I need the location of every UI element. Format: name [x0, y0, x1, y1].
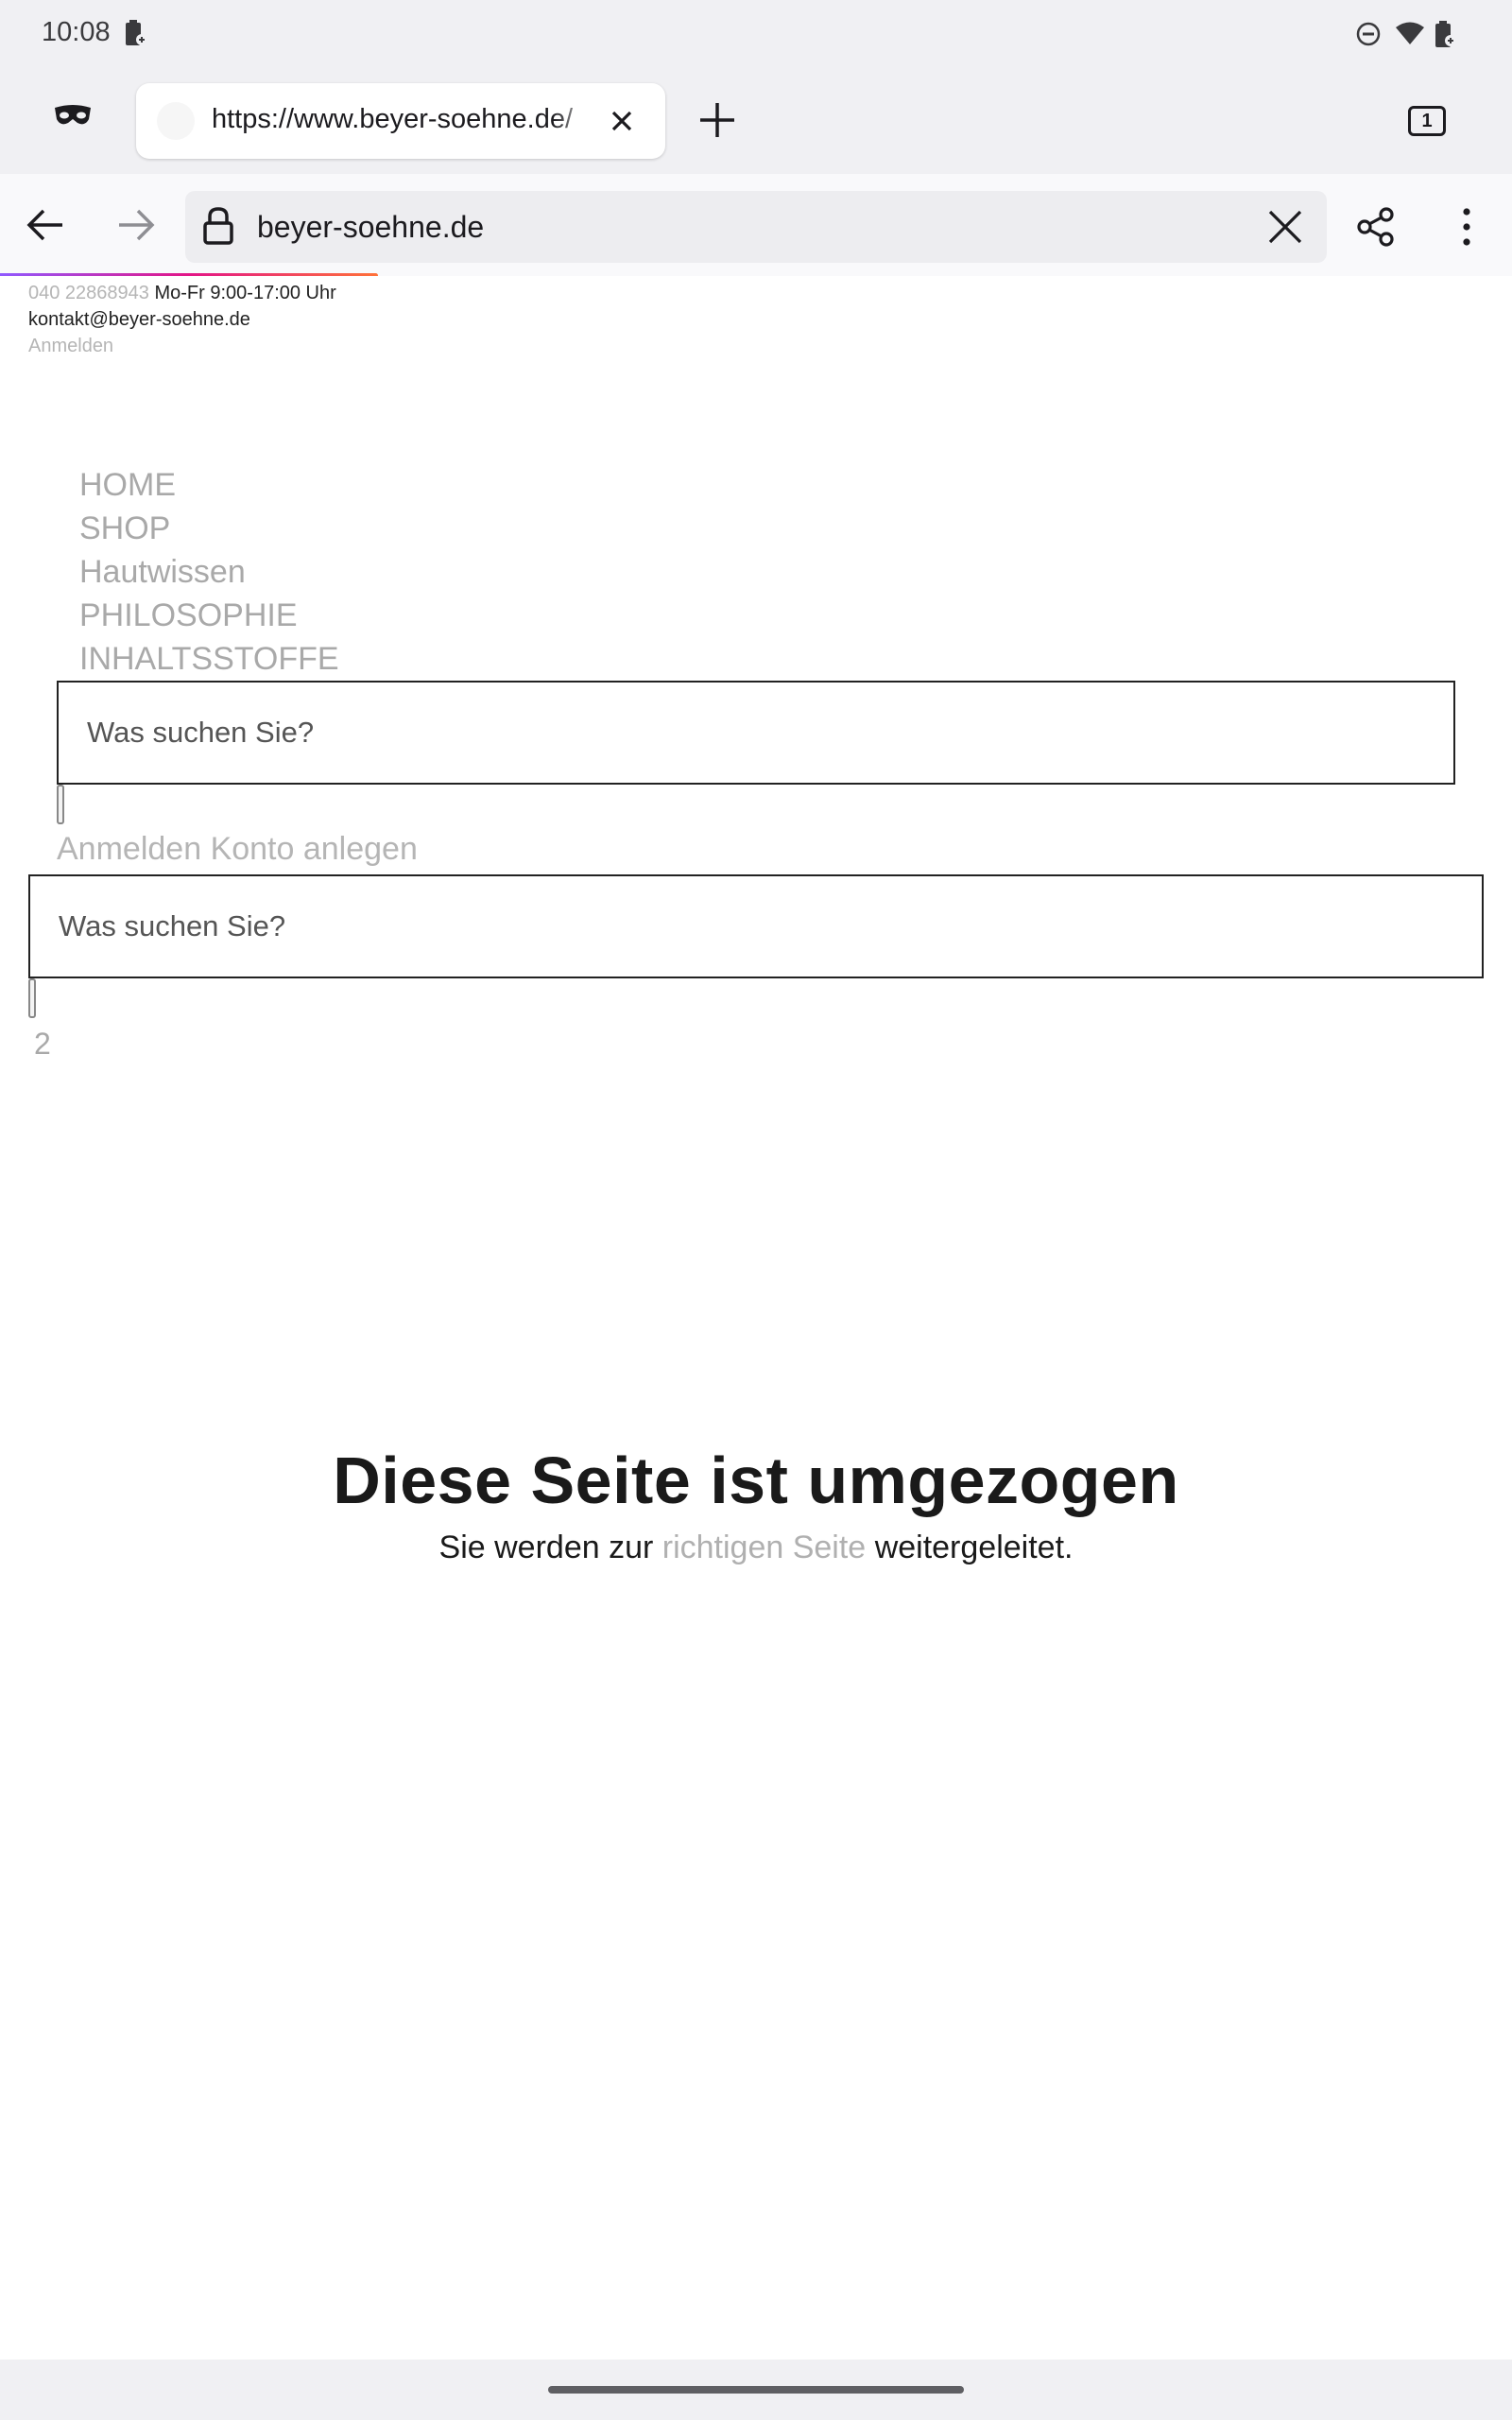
nav-item-inhaltsstoffe[interactable]: INHALTSSTOFFE	[79, 637, 339, 681]
nav-item-philosophie[interactable]: PHILOSOPHIE	[79, 594, 339, 637]
top-login-link[interactable]: Anmelden	[28, 336, 113, 356]
gesture-handle[interactable]	[548, 2386, 964, 2394]
search-input[interactable]	[59, 683, 1453, 783]
phone-link[interactable]: 040 22868943	[28, 283, 149, 303]
opening-hours: Mo-Fr 9:00-17:00 Uhr	[154, 283, 336, 303]
search-box-secondary	[28, 874, 1484, 978]
battery-icon	[1433, 19, 1457, 54]
search-submit-button[interactable]	[57, 785, 64, 824]
redirect-message: Sie werden zur richtigen Seite weitergel…	[0, 1530, 1512, 1566]
nav-item-shop[interactable]: SHOP	[79, 507, 339, 550]
url-text[interactable]: beyer-soehne.de	[257, 210, 484, 245]
private-mode-icon[interactable]	[53, 104, 93, 133]
register-link[interactable]: Konto anlegen	[211, 831, 418, 867]
do-not-disturb-icon	[1355, 21, 1382, 52]
redirect-text-prefix: Sie werden zur	[438, 1530, 654, 1565]
page-moved-title: Diese Seite ist umgezogen	[333, 1443, 1179, 1517]
wifi-icon	[1395, 21, 1425, 50]
nav-item-home[interactable]: HOME	[79, 463, 339, 507]
account-links: Anmelden Konto anlegen	[57, 831, 418, 868]
tab-counter-button[interactable]: 1	[1408, 106, 1446, 136]
redirect-link[interactable]: richtigen Seite	[662, 1530, 866, 1565]
tab-title: https://www.beyer-soehne.de/	[212, 104, 574, 134]
url-bar[interactable]: beyer-soehne.de	[185, 191, 1327, 263]
back-arrow-icon[interactable]	[25, 206, 66, 249]
gesture-nav-area	[0, 2360, 1512, 2420]
email-link[interactable]: kontakt@beyer-soehne.de	[28, 309, 250, 330]
browser-toolbar: beyer-soehne.de	[0, 174, 1512, 276]
search-box-primary	[57, 681, 1455, 785]
add-tab-icon[interactable]	[697, 100, 737, 145]
clear-url-icon[interactable]	[1266, 208, 1304, 251]
nav-item-hautwissen[interactable]: Hautwissen	[79, 550, 339, 594]
more-menu-icon[interactable]	[1450, 206, 1484, 252]
close-tab-icon[interactable]	[603, 102, 641, 145]
cart-count[interactable]: 2	[34, 1027, 51, 1062]
status-time: 10:08	[42, 17, 111, 47]
forward-arrow-icon[interactable]	[115, 206, 157, 249]
redirect-text-suffix: weitergeleitet.	[874, 1530, 1074, 1565]
status-bar: 10:08	[0, 0, 1512, 68]
search-input-mobile[interactable]	[30, 876, 1482, 977]
login-link[interactable]: Anmelden	[57, 831, 201, 867]
favicon	[157, 102, 195, 140]
tab-strip: https://www.beyer-soehne.de/ 1	[0, 68, 1512, 174]
share-icon[interactable]	[1355, 206, 1397, 252]
main-navigation: HOME SHOP Hautwissen PHILOSOPHIE INHALTS…	[79, 463, 339, 681]
active-tab[interactable]: https://www.beyer-soehne.de/	[136, 83, 665, 159]
battery-saver-icon	[123, 19, 147, 52]
search-submit-button-mobile[interactable]	[28, 978, 36, 1018]
lock-icon[interactable]	[202, 206, 234, 251]
web-content: 040 22868943 Mo-Fr 9:00-17:00 Uhr kontak…	[0, 276, 1512, 2360]
screen: 10:08 https://www.beyer-soehne.de/ 1 bey…	[0, 0, 1512, 2420]
top-info-bar: 040 22868943 Mo-Fr 9:00-17:00 Uhr kontak…	[28, 280, 336, 359]
